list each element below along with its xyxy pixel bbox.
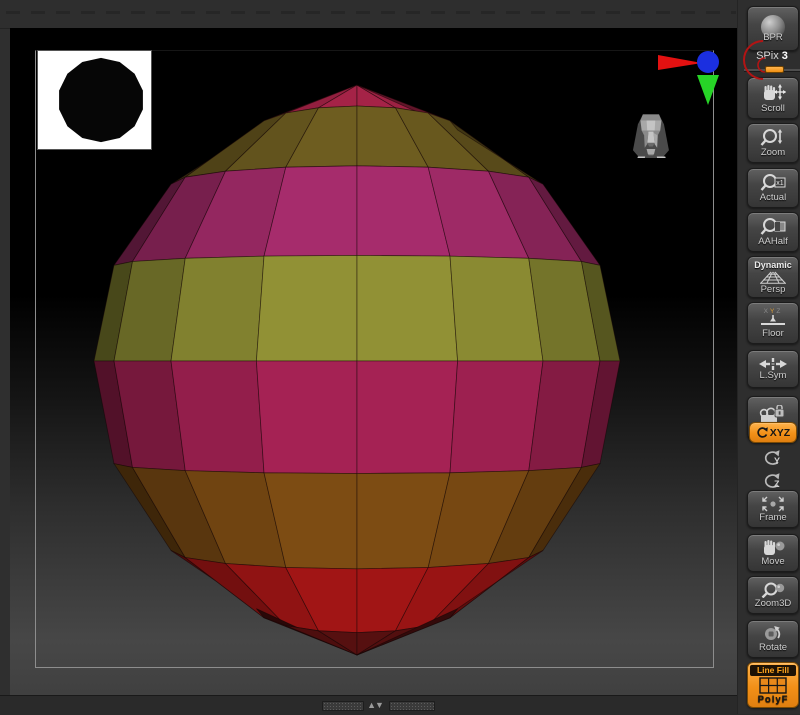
alpha-circle-icon <box>38 51 151 149</box>
persp-button[interactable]: Dynamic Persp <box>747 256 799 298</box>
persp-label: Persp <box>761 284 786 295</box>
rotate-icon <box>760 625 786 642</box>
move-button[interactable]: Move <box>747 534 799 572</box>
document-canvas[interactable] <box>10 28 737 695</box>
y-axis-arrow-icon[interactable] <box>697 75 719 105</box>
sphere-face <box>256 361 357 474</box>
frame-label: Frame <box>759 512 786 523</box>
floor-icon <box>759 315 787 328</box>
lsym-button[interactable]: L.Sym <box>747 350 799 388</box>
head-facet <box>640 114 661 120</box>
sphere-face <box>357 361 458 474</box>
sphere-face <box>256 255 357 361</box>
xyz-label: XYZ <box>770 427 790 439</box>
floor-button[interactable]: XYZ Floor <box>747 302 799 344</box>
actual-button[interactable]: x1 Actual <box>747 168 799 208</box>
menu-tick-marks <box>6 11 736 14</box>
spix-value: 3 <box>782 50 788 62</box>
xyz-rotate-button[interactable]: XYZ <box>749 422 797 443</box>
polymesh-head-icon[interactable] <box>633 114 669 158</box>
lsym-label: L.Sym <box>760 370 787 381</box>
zoom-button[interactable]: Zoom <box>747 123 799 163</box>
floor-label: Floor <box>762 328 784 339</box>
y-rotate-icon: Y <box>759 447 785 469</box>
head-facet <box>647 121 656 131</box>
actual-x1-badge: x1 <box>776 180 784 187</box>
scroll-label: Scroll <box>761 103 785 114</box>
line-fill-label: Line Fill <box>750 665 796 676</box>
y-rotate-button[interactable]: Y <box>759 447 785 471</box>
head-facet <box>647 149 656 154</box>
rotate-button[interactable]: Rotate <box>747 620 799 658</box>
xyz-rotate-icon <box>756 426 769 439</box>
lsym-icon <box>758 358 788 370</box>
polyf-label: PolyF <box>758 694 789 705</box>
y-rotate-label: Y <box>774 456 780 466</box>
sphere-face <box>171 361 264 473</box>
right-shelf: BPR SPix 3 Scroll Zoom x1 <box>737 0 800 714</box>
sphere-face <box>450 256 543 361</box>
head-facet <box>644 155 658 158</box>
actual-label: Actual <box>760 192 786 203</box>
zoom3d-label: Zoom3D <box>755 598 791 609</box>
scroll-hand-icon <box>760 83 786 103</box>
tray-grip-left[interactable] <box>322 701 364 711</box>
sphere-face <box>319 85 358 108</box>
tray-grip-right[interactable] <box>389 701 435 711</box>
zoom3d-button[interactable]: Zoom3D <box>747 576 799 614</box>
frame-icon <box>761 496 785 512</box>
top-menu-strip <box>0 0 800 29</box>
persp-dynamic-label: Dynamic <box>754 260 792 271</box>
polyf-button[interactable]: Line Fill PolyF <box>747 662 799 708</box>
zoom-label: Zoom <box>761 147 785 158</box>
persp-grid-icon <box>759 271 787 284</box>
alpha-preview <box>37 50 152 150</box>
aahalf-label: AAHalf <box>758 236 788 247</box>
z-rotate-label: Z <box>774 479 780 489</box>
floor-axis-z: Z <box>776 308 782 315</box>
aahalf-button[interactable]: AAHalf <box>747 212 799 252</box>
move-label: Move <box>761 556 784 567</box>
x-axis-arrow-icon[interactable] <box>658 55 702 70</box>
camera-gizmo[interactable] <box>618 48 738 158</box>
frame-button[interactable]: Frame <box>747 490 799 528</box>
sphere-face <box>450 361 543 473</box>
zoom3d-icon <box>760 582 786 598</box>
zbrush-window: { "accent": "#f29018", "canvas": { "back… <box>0 0 800 714</box>
aahalf-magnifier-icon <box>760 217 786 236</box>
move-hand-icon <box>760 539 786 556</box>
sphere-face <box>319 631 358 655</box>
bottom-tray-bar: ▲▼ <box>0 695 800 715</box>
zoom-magnifier-icon <box>760 128 786 147</box>
floor-axes-toggles[interactable]: XYZ <box>764 308 783 315</box>
tray-toggle-arrows[interactable]: ▲▼ <box>362 698 388 712</box>
z-axis-dot-icon[interactable] <box>697 51 719 73</box>
sphere-face <box>357 255 458 361</box>
sphere-face <box>171 256 264 361</box>
actual-magnifier-icon: x1 <box>760 173 786 192</box>
brush-cursor-arc <box>735 36 781 84</box>
polyf-grid-icon <box>759 677 787 694</box>
rotate-label: Rotate <box>759 642 787 653</box>
z-rotate-icon: Z <box>759 470 785 492</box>
